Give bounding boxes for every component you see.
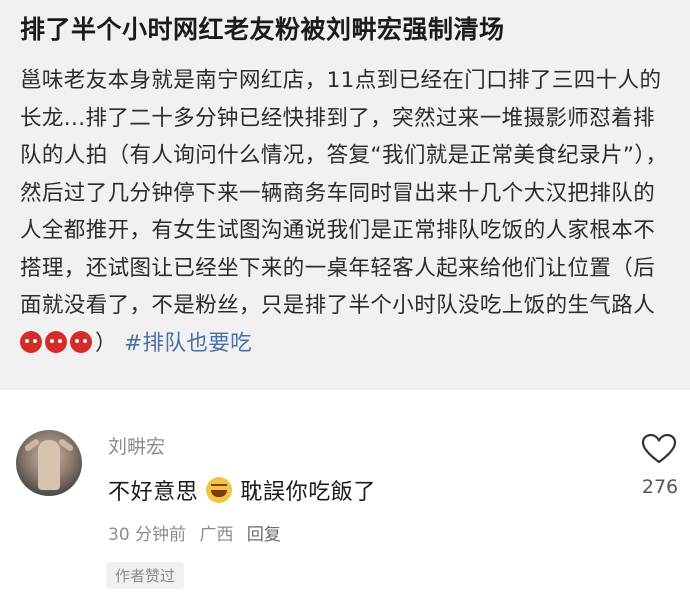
post-card: 排了半个小时网红老友粉被刘畊宏强制清场 邕味老友本身就是南宁网红店，11点到已经… xyxy=(0,0,690,390)
comment-location: 广西 xyxy=(199,525,234,545)
comment-text-part1: 不好意思 xyxy=(108,480,199,505)
laughing-sweat-icon xyxy=(206,477,233,503)
comment-time: 30 分钟前 xyxy=(108,525,187,545)
hashtag-link[interactable]: #排队也要吃 xyxy=(124,331,252,356)
angry-devil-icon xyxy=(70,330,92,353)
closing-paren: ） xyxy=(95,330,117,356)
heart-icon[interactable] xyxy=(642,434,676,464)
avatar[interactable] xyxy=(16,430,82,496)
comment-meta: 30 分钟前 广西 回复 xyxy=(108,520,289,545)
angry-devil-icon xyxy=(20,330,42,353)
reply-button[interactable]: 回复 xyxy=(247,525,281,545)
like-count: 276 xyxy=(641,476,679,498)
comment-text-part2: 耽誤你吃飯了 xyxy=(240,480,377,505)
post-title: 排了半个小时网红老友粉被刘畊宏强制清场 xyxy=(20,15,505,44)
post-body-text: 邕味老友本身就是南宁网红店，11点到已经在门口排了三四十人的长龙...排了二十多… xyxy=(20,68,668,318)
angry-devil-icon xyxy=(45,330,67,353)
author-liked-badge: 作者赞过 xyxy=(106,562,185,589)
comment-text: 不好意思 耽誤你吃飯了 xyxy=(108,474,376,506)
section-divider xyxy=(0,390,690,404)
comment-item: 刘畊宏 不好意思 耽誤你吃飯了 30 分钟前 广西 回复 作者赞过 276 xyxy=(0,404,690,595)
post-body: 邕味老友本身就是南宁网红店，11点到已经在门口排了三四十人的长龙...排了二十多… xyxy=(20,62,670,362)
comment-username[interactable]: 刘畊宏 xyxy=(108,432,165,459)
